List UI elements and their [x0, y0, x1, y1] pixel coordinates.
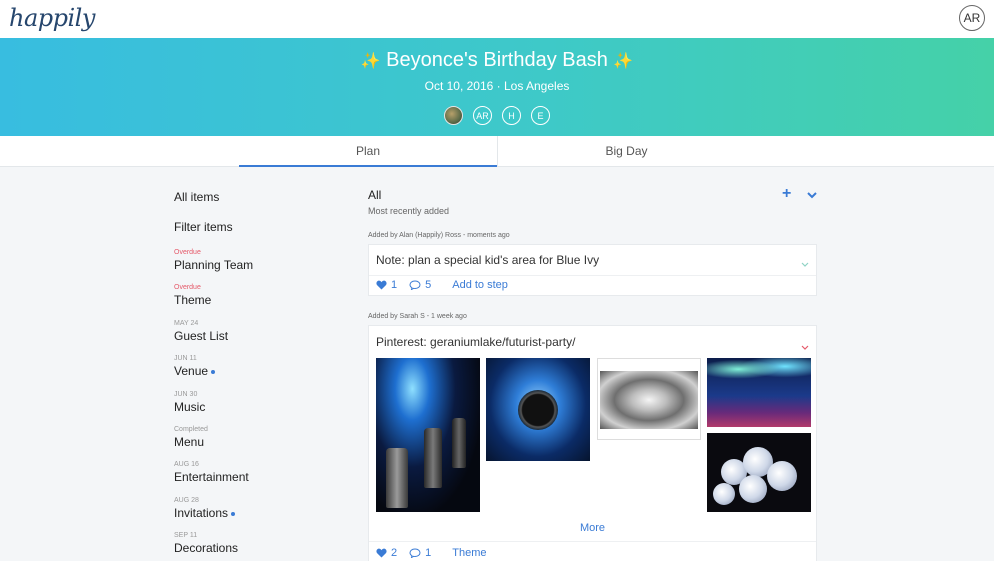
- top-bar: happily AR: [0, 0, 994, 38]
- tab-plan[interactable]: Plan: [239, 136, 497, 167]
- sidebar-item-label: Music: [174, 400, 206, 414]
- sidebar-item-text: Invitations: [174, 506, 229, 520]
- heart-icon: [376, 280, 387, 290]
- pinterest-card: Pinterest: geraniumlake/futurist-party/ …: [368, 325, 817, 561]
- note-card: Note: plan a special kid's area for Blue…: [368, 244, 817, 296]
- post-actions: 1 5 Add to step: [376, 279, 508, 291]
- post-attribution: Added by Alan (Happily) Ross - moments a…: [368, 232, 510, 239]
- event-header: ✨ Beyonce's Birthday Bash ✨ Oct 10, 2016…: [0, 38, 994, 136]
- comment-button[interactable]: 1: [409, 547, 431, 559]
- note-title[interactable]: Note: plan a special kid's area for Blue…: [376, 253, 599, 267]
- divider: [369, 275, 816, 276]
- unread-dot-icon: [231, 511, 236, 516]
- item-due-date: AUG 28: [174, 497, 199, 504]
- event-date-location: Oct 10, 2016 · Los Angeles: [424, 79, 570, 93]
- pin-image-light-balls[interactable]: [707, 433, 811, 512]
- member-avatar[interactable]: AR: [473, 106, 492, 125]
- sidebar-item-menu[interactable]: Completed Menu: [174, 425, 208, 449]
- sidebar-item-label: Venue: [174, 364, 216, 378]
- sidebar-item-label: Invitations: [174, 506, 236, 520]
- pin-image-corridor[interactable]: [597, 358, 701, 440]
- theme-link[interactable]: Theme: [452, 547, 486, 559]
- sidebar-all-items[interactable]: All items: [174, 190, 344, 220]
- item-status: Overdue: [174, 284, 201, 291]
- item-due-date: JUN 30: [174, 391, 198, 398]
- item-status: Completed: [174, 426, 208, 433]
- sidebar-item-label: Menu: [174, 435, 205, 449]
- comment-button[interactable]: 5: [409, 279, 431, 291]
- comment-count: 5: [425, 279, 432, 291]
- feed-heading: All: [368, 188, 382, 202]
- heart-icon: [376, 548, 387, 558]
- pin-image-table-setting[interactable]: [486, 358, 590, 461]
- add-item-button[interactable]: +: [782, 185, 791, 203]
- item-due-date: SEP 11: [174, 532, 198, 539]
- sparkle-icon: ✨: [613, 53, 634, 70]
- expand-caret-icon[interactable]: [801, 255, 809, 273]
- collapse-caret-icon[interactable]: [801, 338, 809, 356]
- sidebar-item-decorations[interactable]: SEP 11 Decorations: [174, 531, 238, 555]
- pin-image-fiber-lamps[interactable]: [376, 358, 480, 512]
- sidebar-item-invitations[interactable]: AUG 28 Invitations: [174, 496, 236, 520]
- member-avatar[interactable]: H: [502, 106, 521, 125]
- add-to-step-link[interactable]: Add to step: [452, 279, 508, 291]
- sidebar-item-label: Theme: [174, 293, 212, 307]
- sidebar-item-music[interactable]: JUN 30 Music: [174, 390, 205, 414]
- like-count: 2: [391, 547, 398, 559]
- comment-icon: [409, 548, 421, 558]
- item-due-date: JUN 11: [174, 355, 197, 362]
- sidebar-filter-items[interactable]: Filter items: [174, 220, 344, 250]
- sidebar-item-planning-team[interactable]: Overdue Planning Team: [174, 248, 253, 272]
- happily-logo[interactable]: happily: [9, 4, 95, 32]
- item-status: Overdue: [174, 249, 201, 256]
- member-avatar[interactable]: E: [531, 106, 550, 125]
- event-members: AR H E: [0, 106, 994, 125]
- like-button[interactable]: 1: [376, 279, 397, 291]
- event-title-row: ✨ Beyonce's Birthday Bash ✨: [0, 49, 994, 72]
- sidebar-item-label: Guest List: [174, 329, 229, 343]
- tab-big-day[interactable]: Big Day: [497, 136, 755, 167]
- item-due-date: MAY 24: [174, 320, 199, 327]
- event-title: Beyonce's Birthday Bash: [386, 49, 608, 71]
- sidebar: All items Filter items Overdue Planning …: [174, 190, 344, 555]
- comment-count: 1: [425, 547, 432, 559]
- feed-sort-label[interactable]: Most recently added: [368, 206, 449, 216]
- pinterest-title[interactable]: Pinterest: geraniumlake/futurist-party/: [376, 335, 575, 349]
- comment-icon: [409, 280, 421, 290]
- like-count: 1: [391, 279, 398, 291]
- item-due-date: AUG 16: [174, 461, 199, 468]
- divider: [369, 541, 816, 542]
- post-actions: 2 1 Theme: [376, 547, 487, 559]
- sidebar-item-label: Entertainment: [174, 470, 249, 484]
- tab-bar: Plan Big Day: [0, 136, 994, 167]
- sidebar-item-guest-list[interactable]: MAY 24 Guest List: [174, 319, 228, 343]
- more-link[interactable]: More: [369, 522, 816, 534]
- sidebar-item-label: Decorations: [174, 541, 239, 555]
- member-photo-avatar[interactable]: [444, 106, 463, 125]
- sparkle-icon: ✨: [360, 53, 381, 70]
- sidebar-item-theme[interactable]: Overdue Theme: [174, 283, 211, 307]
- post-attribution: Added by Sarah S - 1 week ago: [368, 313, 467, 320]
- unread-dot-icon: [211, 369, 216, 374]
- chevron-down-icon[interactable]: [806, 188, 818, 206]
- sidebar-item-label: Planning Team: [174, 258, 254, 272]
- pin-image-party-venue[interactable]: [707, 358, 811, 427]
- user-avatar[interactable]: AR: [959, 5, 985, 31]
- like-button[interactable]: 2: [376, 547, 397, 559]
- sidebar-item-text: Venue: [174, 364, 209, 378]
- sidebar-item-venue[interactable]: JUN 11 Venue: [174, 354, 216, 378]
- sidebar-item-entertainment[interactable]: AUG 16 Entertainment: [174, 460, 249, 484]
